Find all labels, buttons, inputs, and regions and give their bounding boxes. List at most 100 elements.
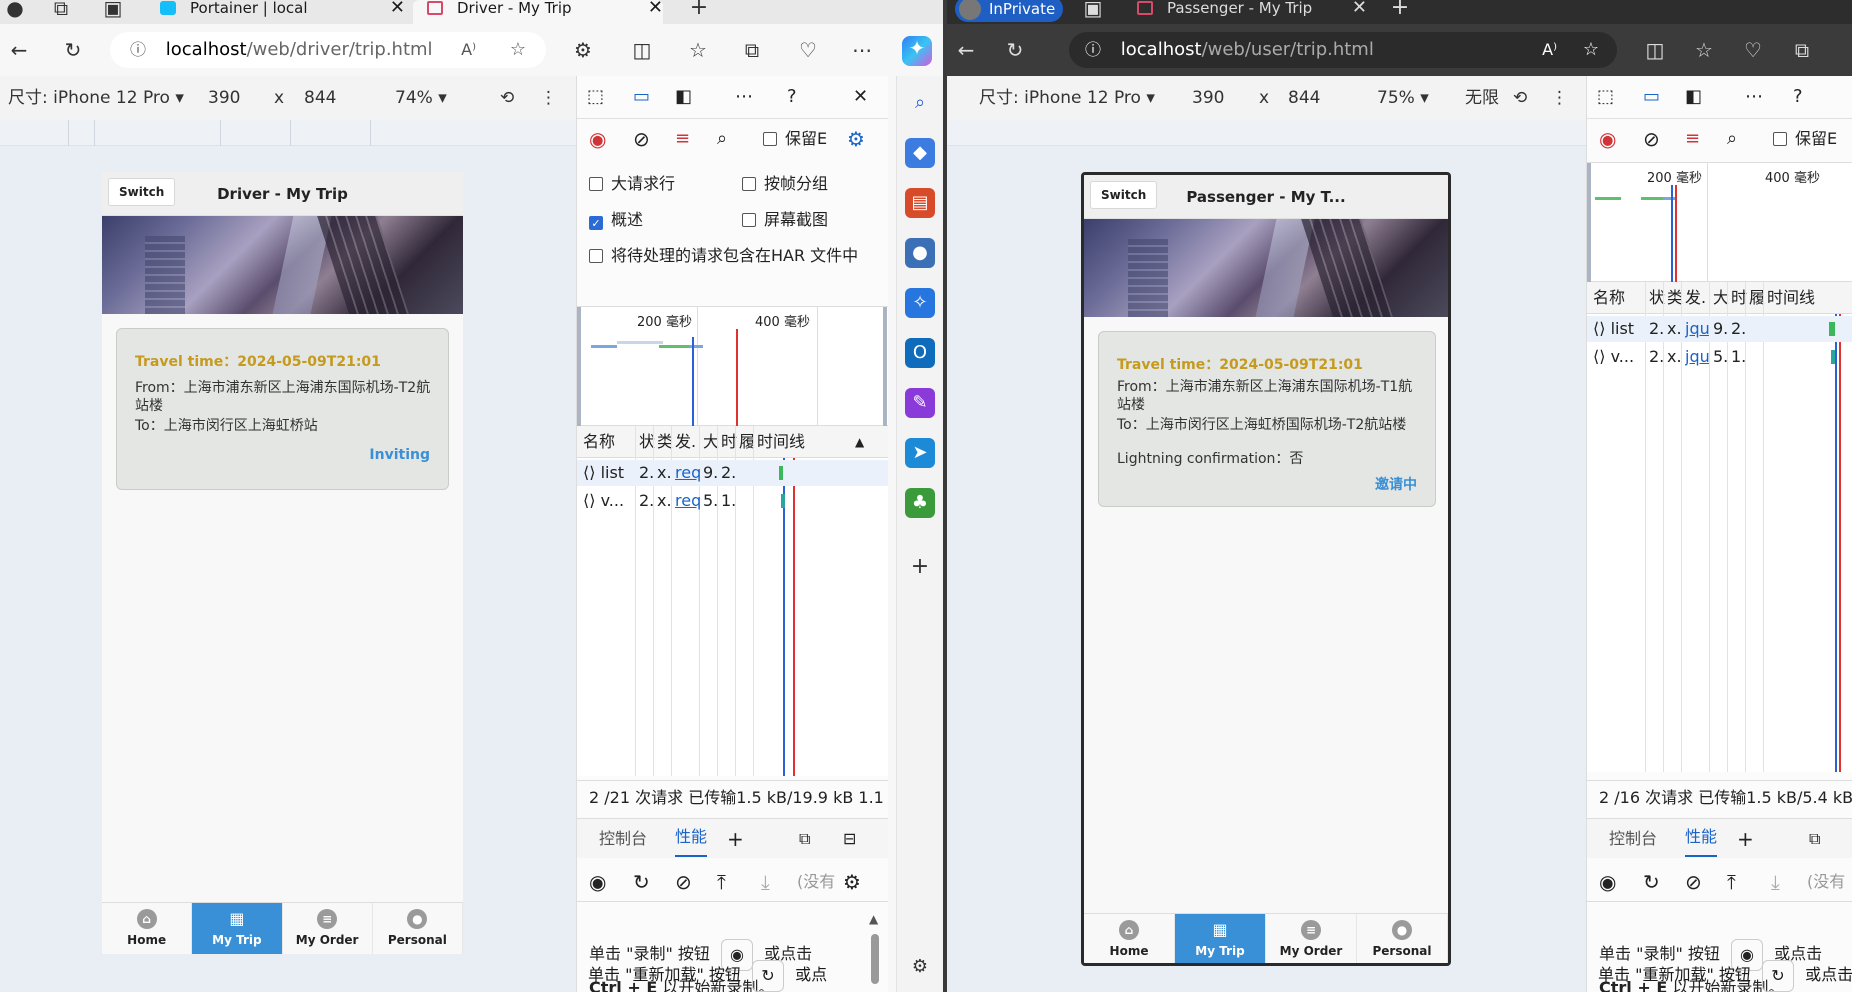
switch-button[interactable]: Switch: [1090, 181, 1158, 209]
search-icon[interactable]: ⌕: [1727, 119, 1737, 159]
switch-button[interactable]: Switch: [108, 178, 176, 206]
tab-passenger-my-trip[interactable]: Passenger - My Trip ✕: [1137, 0, 1367, 24]
tab-overflow-icon[interactable]: ⋯: [1745, 86, 1763, 107]
nav-home[interactable]: ⌂ Home: [1084, 914, 1175, 963]
device-more-icon[interactable]: ⋮: [1551, 76, 1568, 120]
record-icon[interactable]: ◉: [589, 119, 606, 159]
table-row[interactable]: ⟨⟩ v... 2. x. jque 5. 1.: [1587, 344, 1852, 370]
people-icon[interactable]: ●: [905, 238, 935, 268]
add-tab-icon[interactable]: +: [1737, 819, 1754, 859]
favorite-star-icon[interactable]: ☆: [1583, 32, 1599, 68]
close-drawer-icon[interactable]: ⊟: [843, 819, 856, 859]
tab-performance[interactable]: 性能: [675, 819, 708, 857]
tab-overflow-icon[interactable]: ⋯: [735, 86, 753, 107]
perf-clear-icon[interactable]: ⊘: [675, 862, 692, 902]
toolbox-icon[interactable]: ▤: [905, 188, 935, 218]
workspaces-icon[interactable]: ⧉: [48, 0, 74, 20]
inspect-icon[interactable]: ⬚: [587, 86, 604, 107]
nav-my-order[interactable]: ≡ My Order: [1266, 914, 1357, 963]
device-height-input[interactable]: 844: [304, 76, 336, 120]
large-rows-checkbox[interactable]: 大请求行: [589, 170, 675, 194]
search-icon[interactable]: ⌕: [905, 88, 935, 118]
rotate-icon[interactable]: ⟲: [1513, 76, 1527, 120]
filter-icon[interactable]: ≡: [1685, 119, 1700, 159]
tab-performance[interactable]: 性能: [1685, 819, 1718, 857]
trip-card[interactable]: Travel time：2024-05-09T21:01 From：上海市浦东新…: [1098, 331, 1436, 507]
scroll-up-icon[interactable]: ▲: [869, 912, 878, 926]
undock-drawer-icon[interactable]: ⧉: [799, 819, 810, 859]
overview-checkbox[interactable]: ✓ 概述: [589, 206, 643, 230]
url-field[interactable]: ⓘ localhost/web/driver/trip.html A⁾ ☆: [110, 32, 546, 68]
dock-icon[interactable]: ◧: [1685, 86, 1702, 107]
copilot-app-icon[interactable]: ✧: [905, 288, 935, 318]
new-tab-icon[interactable]: +: [1387, 0, 1413, 20]
clear-icon[interactable]: ⊘: [633, 119, 650, 159]
clear-icon[interactable]: ⊘: [1643, 119, 1660, 159]
device-toggle-icon[interactable]: ▭: [1643, 86, 1660, 107]
browser-essentials-icon[interactable]: ♡: [795, 38, 821, 62]
table-row[interactable]: ⟨⟩ list 2. x. req 9. 2.: [577, 460, 888, 486]
record-icon[interactable]: ◉: [1599, 119, 1616, 159]
vertical-tabs-icon[interactable]: ▣: [100, 0, 126, 20]
favorites-icon[interactable]: ☆: [1691, 38, 1717, 62]
filter-icon[interactable]: ≡: [675, 119, 690, 159]
dock-icon[interactable]: ◧: [675, 86, 692, 107]
help-icon[interactable]: ?: [787, 86, 797, 107]
collections-icon[interactable]: ⧉: [1789, 38, 1815, 62]
vertical-tabs-icon[interactable]: ▣: [1080, 0, 1106, 20]
rotate-icon[interactable]: ⟲: [500, 76, 514, 120]
trip-card[interactable]: Travel time：2024-05-09T21:01 From：上海市浦东新…: [116, 328, 449, 490]
collections-icon[interactable]: ⧉: [739, 38, 765, 62]
perf-reload-icon[interactable]: ↻: [1643, 862, 1660, 902]
tab-driver-my-trip[interactable]: Driver - My Trip ✕: [413, 0, 663, 24]
device-select[interactable]: 尺寸: iPhone 12 Pro ▾: [8, 76, 184, 120]
tab-console[interactable]: 控制台: [1609, 819, 1657, 859]
nav-home[interactable]: ⌂ Home: [102, 903, 193, 954]
search-icon[interactable]: ⌕: [717, 119, 727, 159]
back-icon[interactable]: ←: [953, 38, 979, 62]
add-sidebar-app-icon[interactable]: +: [905, 552, 935, 582]
overview-timeline[interactable]: 200 毫秒 400 毫秒: [1587, 162, 1852, 283]
tab-console[interactable]: 控制台: [599, 819, 647, 859]
sort-asc-icon[interactable]: ▲: [855, 426, 864, 458]
zoom-select[interactable]: 75% ▾: [1377, 76, 1429, 120]
close-devtools-icon[interactable]: ✕: [853, 86, 868, 107]
device-height-input[interactable]: 844: [1288, 76, 1320, 120]
undock-drawer-icon[interactable]: ⧉: [1809, 819, 1820, 859]
preserve-log-checkbox[interactable]: 保留E: [763, 119, 827, 159]
inprivate-badge[interactable]: InPrivate: [955, 0, 1063, 22]
url-field[interactable]: ⓘ localhost/web/user/trip.html A⁾ ☆: [1069, 32, 1617, 68]
nav-personal[interactable]: ● Personal: [373, 903, 463, 954]
refresh-icon[interactable]: ↻: [60, 38, 86, 62]
throttle-select[interactable]: 无限: [1465, 76, 1499, 120]
inspect-icon[interactable]: ⬚: [1597, 86, 1614, 107]
perf-settings-icon[interactable]: ⚙: [843, 862, 861, 902]
new-tab-icon[interactable]: +: [686, 0, 712, 20]
nav-personal[interactable]: ● Personal: [1357, 914, 1448, 963]
sidebar-settings-icon[interactable]: ⚙: [905, 952, 935, 982]
network-settings-icon[interactable]: ⚙: [847, 119, 865, 159]
split-screen-icon[interactable]: ◫: [1642, 38, 1668, 62]
perf-record-icon[interactable]: ◉: [1599, 862, 1616, 902]
device-toggle-icon[interactable]: ▭: [633, 86, 650, 107]
perf-select[interactable]: (没有: [1807, 862, 1845, 902]
perf-upload-icon[interactable]: ⤒: [717, 862, 726, 902]
extensions-icon[interactable]: ⚙: [570, 38, 596, 62]
browser-essentials-icon[interactable]: ♡: [1740, 38, 1766, 62]
outlook-icon[interactable]: O: [905, 338, 935, 368]
copilot-icon[interactable]: ✦: [902, 36, 932, 66]
har-pending-checkbox[interactable]: 将待处理的请求包含在HAR 文件中: [589, 242, 858, 266]
zoom-select[interactable]: 74% ▾: [395, 76, 447, 120]
close-tab-icon[interactable]: ✕: [390, 0, 405, 17]
read-aloud-icon[interactable]: A⁾: [1542, 32, 1557, 68]
table-row[interactable]: ⟨⟩ v... 2. x. req 5. 1.: [577, 488, 888, 514]
site-info-icon[interactable]: ⓘ: [1085, 40, 1101, 59]
telegram-icon[interactable]: ➤: [905, 438, 935, 468]
device-more-icon[interactable]: ⋮: [540, 76, 557, 120]
perf-download-icon[interactable]: ⤓: [761, 862, 770, 902]
screenshots-checkbox[interactable]: 屏幕截图: [742, 206, 828, 230]
designer-icon[interactable]: ✎: [905, 388, 935, 418]
tag-icon[interactable]: ◆: [905, 138, 935, 168]
refresh-icon[interactable]: ↻: [1002, 38, 1028, 62]
tree-icon[interactable]: ♣: [905, 488, 935, 518]
